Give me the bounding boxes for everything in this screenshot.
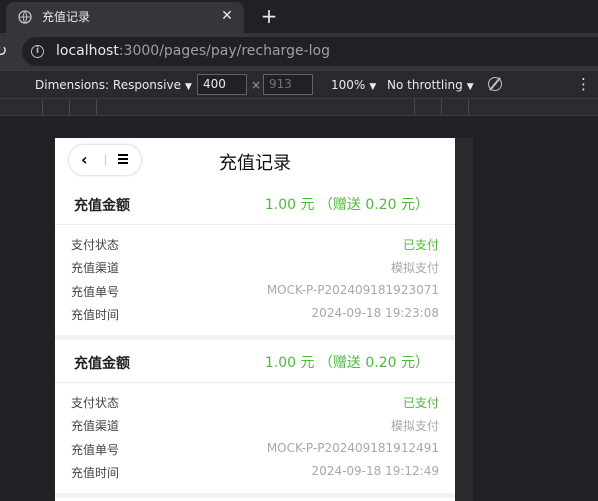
row-value: 2024-09-18 19:23:08 bbox=[311, 306, 439, 320]
row-label: 充值时间 bbox=[71, 466, 120, 480]
row-value: MOCK-P-P202409181912491 bbox=[266, 441, 439, 455]
browser-tab-strip: 充值记录 ✕ + bbox=[0, 0, 598, 33]
url-text[interactable]: localhost:3000/pages/pay/recharge-log bbox=[56, 43, 330, 59]
tab-title: 充值记录 bbox=[42, 10, 91, 24]
row-label: 支付状态 bbox=[71, 396, 120, 410]
amount-label: 充值金额 bbox=[74, 356, 130, 372]
row-label: 充值时间 bbox=[71, 308, 120, 322]
row-label: 充值渠道 bbox=[71, 419, 120, 433]
record-row-order-no: 充值单号 MOCK-P-P202409181923071 bbox=[71, 281, 439, 301]
nav-bar: ‹ 充值记录 bbox=[55, 138, 455, 182]
more-options-icon[interactable]: ⋮ bbox=[576, 76, 591, 92]
address-bar[interactable]: i localhost:3000/pages/pay/recharge-log bbox=[22, 37, 598, 66]
zoom-label: 100% bbox=[331, 78, 366, 92]
status-value: 已支付 bbox=[402, 238, 439, 252]
url-host: localhost bbox=[56, 43, 119, 59]
row-label: 支付状态 bbox=[71, 238, 120, 252]
throttling-label: No throttling bbox=[387, 78, 463, 92]
media-query-ruler bbox=[0, 98, 598, 116]
recharge-log-page: ‹ 充值记录 充值金额 1.00 元 （赠送 0.20 元） 支付状态 已支付 … bbox=[55, 138, 455, 501]
page-title: 充值记录 bbox=[219, 153, 291, 174]
ruler-tick bbox=[468, 99, 469, 115]
row-label: 充值渠道 bbox=[71, 261, 120, 275]
record-row-order-no: 充值单号 MOCK-P-P202409181912491 bbox=[71, 439, 439, 459]
status-value: 已支付 bbox=[402, 396, 439, 410]
record-row-time: 充值时间 2024-09-18 19:23:08 bbox=[71, 304, 439, 324]
ruler-tick bbox=[96, 99, 97, 115]
recharge-record-card: 充值金额 1.00 元 （赠送 0.20 元） 支付状态 已支付 充值渠道 模拟… bbox=[55, 182, 455, 335]
amount-label: 充值金额 bbox=[74, 198, 130, 214]
browser-toolbar: ↻ i localhost:3000/pages/pay/recharge-lo… bbox=[0, 33, 598, 70]
close-tab-icon[interactable]: ✕ bbox=[218, 7, 236, 25]
row-value: MOCK-P-P202409181923071 bbox=[266, 283, 439, 297]
ruler-tick bbox=[414, 99, 415, 115]
ruler-tick bbox=[69, 99, 70, 115]
caret-down-icon: ▼ bbox=[184, 82, 192, 92]
record-row-time: 充值时间 2024-09-18 19:12:49 bbox=[71, 462, 439, 482]
device-toolbar: Dimensions: Responsive ▼ 400 × 913 100% ▼ … bbox=[0, 70, 598, 98]
dimensions-label: Dimensions: Responsive bbox=[35, 78, 181, 92]
url-path: :3000/pages/pay/recharge-log bbox=[118, 43, 330, 59]
caret-down-icon: ▼ bbox=[369, 82, 377, 92]
row-label: 充值单号 bbox=[71, 443, 120, 457]
site-info-icon[interactable]: i bbox=[31, 45, 44, 58]
amount-value: 1.00 元 （赠送 0.20 元） bbox=[264, 355, 429, 371]
throttling-dropdown[interactable]: No throttling ▼ bbox=[387, 78, 474, 92]
new-tab-button[interactable]: + bbox=[258, 5, 280, 27]
reload-icon[interactable]: ↻ bbox=[0, 42, 12, 60]
zoom-dropdown[interactable]: 100% ▼ bbox=[331, 78, 376, 92]
height-input[interactable]: 913 bbox=[263, 74, 313, 95]
row-label: 充值单号 bbox=[71, 285, 120, 299]
amount-value: 1.00 元 （赠送 0.20 元） bbox=[264, 197, 429, 213]
dimensions-dropdown[interactable]: Dimensions: Responsive ▼ bbox=[35, 78, 192, 92]
viewport-resize-strip[interactable] bbox=[455, 138, 473, 501]
row-value: 模拟支付 bbox=[390, 419, 439, 433]
row-value: 2024-09-18 19:12:49 bbox=[311, 464, 439, 478]
ruler-tick bbox=[441, 99, 442, 115]
globe-icon bbox=[18, 10, 32, 24]
browser-tab[interactable]: 充值记录 ✕ bbox=[6, 2, 244, 33]
recharge-record-card: 充值金额 1.00 元 （赠送 0.20 元） 支付状态 已支付 充值渠道 模拟… bbox=[55, 340, 455, 493]
rotate-icon[interactable] bbox=[488, 77, 502, 91]
record-header: 充值金额 1.00 元 （赠送 0.20 元） bbox=[55, 340, 455, 383]
record-row-channel: 充值渠道 模拟支付 bbox=[71, 257, 439, 277]
record-row-status: 支付状态 已支付 bbox=[71, 392, 439, 412]
record-row-status: 支付状态 已支付 bbox=[71, 234, 439, 254]
ruler-tick bbox=[42, 99, 43, 115]
row-value: 模拟支付 bbox=[390, 261, 439, 275]
caret-down-icon: ▼ bbox=[466, 82, 474, 92]
times-separator: × bbox=[251, 78, 262, 92]
width-input[interactable]: 400 bbox=[197, 74, 247, 95]
record-header: 充值金额 1.00 元 （赠送 0.20 元） bbox=[55, 182, 455, 225]
record-row-channel: 充值渠道 模拟支付 bbox=[71, 415, 439, 435]
